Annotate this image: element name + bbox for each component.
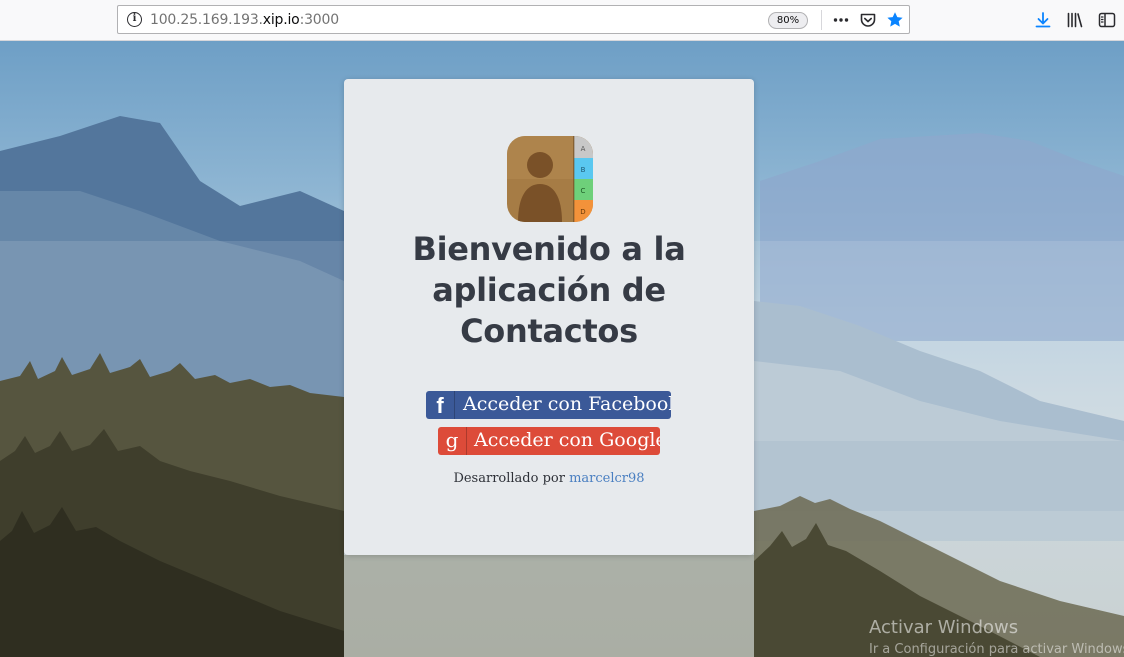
url-domain: xip.io — [262, 12, 300, 28]
zoom-indicator[interactable]: 80% — [768, 12, 808, 29]
url-bar-divider — [821, 10, 822, 30]
info-icon[interactable]: i — [127, 12, 142, 27]
url-text[interactable]: 100.25.169.193.xip.io:3000 — [150, 12, 339, 28]
sidebar-icon[interactable] — [1098, 11, 1116, 29]
url-bar[interactable]: i 100.25.169.193.xip.io:3000 80% — [117, 5, 910, 34]
welcome-title: Bienvenido a la aplicación de Contactos — [412, 230, 686, 350]
url-prefix: 100.25.169.193. — [150, 12, 263, 28]
library-icon[interactable] — [1066, 11, 1084, 29]
credit-prefix: Desarrollado por — [453, 471, 565, 486]
facebook-login-button[interactable]: f Acceder con Facebook — [426, 391, 671, 419]
windows-activation-subtitle: Ir a Configuración para activar Windows. — [869, 642, 1124, 657]
pocket-icon[interactable] — [859, 11, 877, 29]
credit-line: Desarrollado por marcelcr98 — [344, 471, 754, 486]
contacts-app-icon: A B C D — [507, 136, 593, 222]
windows-activation-title: Activar Windows — [869, 617, 1019, 638]
tab-letter-a: A — [581, 145, 586, 153]
page-viewport: A B C D Bienvenido a la aplicación de Co… — [0, 41, 1124, 657]
tab-letter-c: C — [581, 187, 586, 195]
bookmark-star-icon[interactable] — [886, 11, 904, 29]
facebook-login-label: Acceder con Facebook — [463, 393, 671, 415]
google-icon: g — [438, 427, 467, 455]
google-login-button[interactable]: g Acceder con Google — [438, 427, 660, 455]
more-actions-icon[interactable] — [832, 11, 850, 29]
login-card: A B C D Bienvenido a la aplicación de Co… — [344, 79, 754, 555]
author-link[interactable]: marcelcr98 — [569, 471, 644, 486]
tab-letter-d: D — [580, 208, 585, 216]
facebook-icon: f — [426, 391, 455, 419]
tab-letter-b: B — [581, 166, 586, 174]
browser-toolbar: i 100.25.169.193.xip.io:3000 80% — [0, 0, 1124, 41]
google-login-label: Acceder con Google — [474, 429, 660, 451]
download-icon[interactable] — [1034, 11, 1052, 29]
url-port: :3000 — [299, 12, 340, 28]
